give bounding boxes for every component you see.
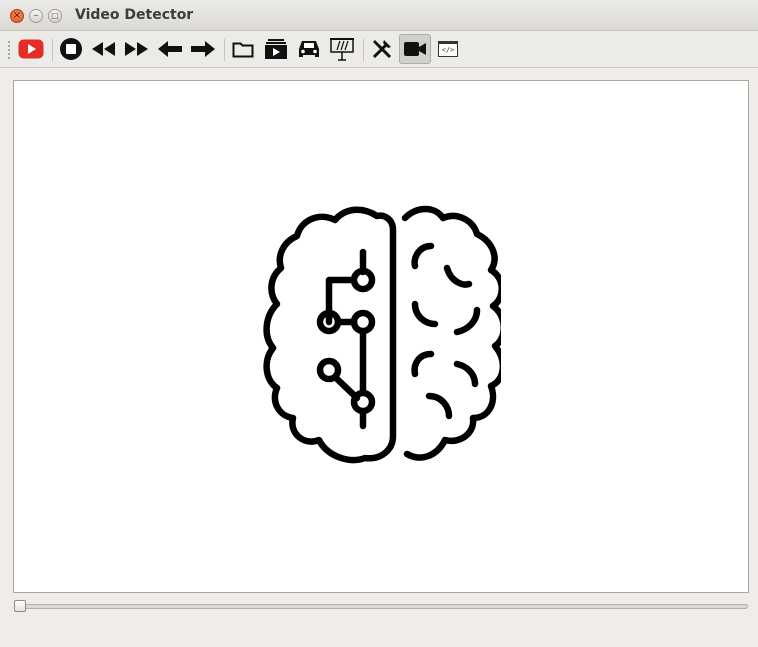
tools-icon — [372, 40, 392, 59]
fast-forward-button[interactable] — [122, 34, 150, 64]
presentation-button[interactable] — [327, 34, 357, 64]
car-detection-button[interactable] — [294, 34, 324, 64]
video-file-icon — [265, 39, 287, 59]
arrow-left-icon — [158, 41, 182, 57]
seek-slider-handle[interactable] — [14, 600, 26, 612]
window-title: Video Detector — [75, 7, 194, 23]
title-bar: × – □ Video Detector — [0, 0, 758, 31]
minimize-icon: – — [33, 10, 39, 21]
code-icon: </> — [438, 41, 458, 57]
arrow-right-icon — [191, 41, 215, 57]
presentation-board-icon — [330, 38, 354, 61]
fast-forward-icon — [125, 42, 148, 56]
toolbar: </> — [0, 31, 758, 68]
next-button[interactable] — [188, 34, 218, 64]
toolbar-separator — [52, 39, 53, 61]
stop-button[interactable] — [57, 34, 85, 64]
open-folder-button[interactable] — [229, 34, 257, 64]
tools-button[interactable] — [367, 34, 397, 64]
toolbar-separator — [363, 39, 364, 61]
rewind-icon — [92, 42, 115, 56]
car-icon — [299, 41, 319, 57]
code-icon-label: </> — [441, 46, 455, 54]
minimize-window-button[interactable]: – — [29, 9, 43, 23]
rewind-button[interactable] — [90, 34, 118, 64]
close-window-button[interactable]: × — [10, 9, 24, 23]
brain-circuit-icon — [263, 205, 501, 464]
previous-button[interactable] — [155, 34, 185, 64]
maximize-icon: □ — [51, 11, 59, 20]
video-display — [13, 80, 749, 593]
youtube-button[interactable] — [16, 34, 46, 64]
camera-button[interactable] — [399, 34, 431, 64]
toolbar-separator — [224, 39, 225, 61]
video-camera-icon — [404, 42, 426, 56]
code-button[interactable]: </> — [434, 34, 462, 64]
youtube-icon — [18, 39, 44, 59]
stop-icon — [60, 38, 82, 60]
folder-icon — [232, 42, 254, 58]
seek-slider-track[interactable] — [14, 604, 748, 609]
close-icon: × — [12, 10, 22, 21]
toolbar-grip[interactable] — [8, 41, 10, 59]
maximize-window-button[interactable]: □ — [48, 9, 62, 23]
open-video-button[interactable] — [261, 34, 291, 64]
